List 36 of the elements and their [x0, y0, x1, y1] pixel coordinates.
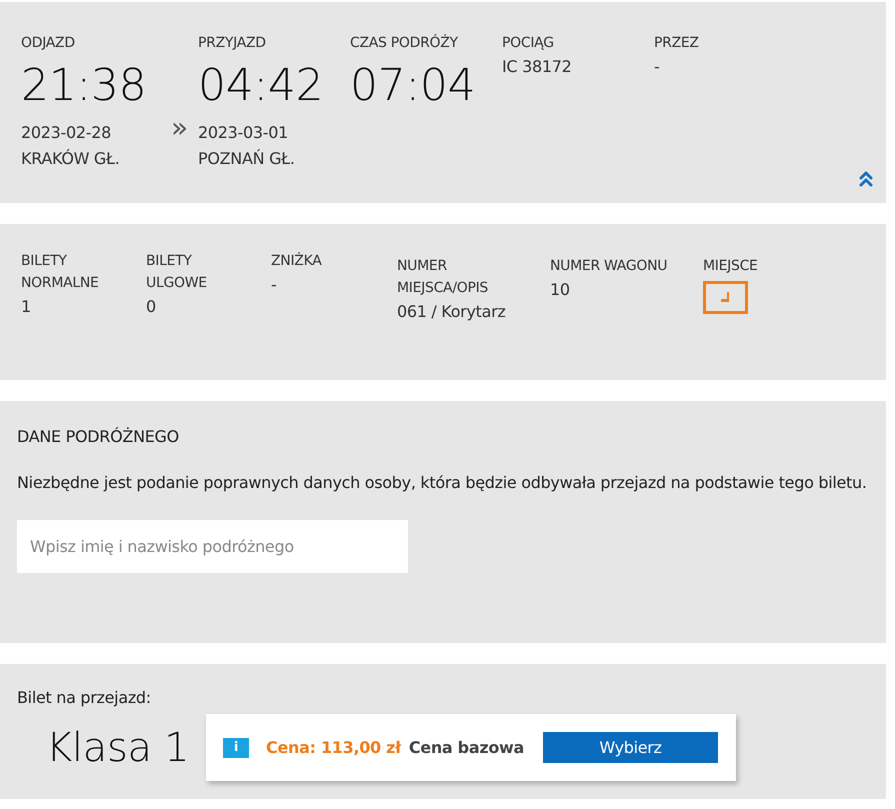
travel-time: 07:04: [350, 60, 476, 112]
section-title: DANE PODRÓŻNEGO: [17, 426, 180, 448]
info-icon[interactable]: i: [223, 738, 249, 758]
price-type: Cena bazowa: [408, 736, 524, 758]
arrow-glyph: »: [170, 110, 189, 146]
passenger-note: Niezbędne jest podanie poprawnych danych osoby, która będzie odbywała przejazd na podstawie tego biletu.: [17, 472, 868, 494]
field-label: PRZYJAZD: [198, 34, 267, 53]
seat-button[interactable]: [703, 281, 748, 314]
select-button[interactable]: Wybierz: [543, 732, 718, 763]
field-label: CZAS PODRÓŻY: [350, 33, 459, 53]
arrival-station: POZNAŃ GŁ.: [198, 148, 296, 170]
field-label: NUMER MIEJSCA/OPIS: [397, 257, 490, 298]
offer-heading: Bilet na przejazd:: [17, 687, 152, 709]
departure-station: KRAKÓW GŁ.: [21, 148, 121, 170]
class-name: Klasa 1: [45, 724, 190, 772]
via-value: -: [654, 56, 660, 78]
field-label: BILETY ULGOWE: [146, 252, 208, 293]
field-label: ZNIŻKA: [271, 251, 323, 271]
arrival-time: 04:42: [198, 60, 324, 112]
field-label: PRZEZ: [654, 34, 699, 53]
departure-date: 2023-02-28: [21, 122, 112, 144]
field-value: 1: [21, 296, 32, 318]
field-label: POCIĄG: [502, 34, 555, 53]
field-label: NUMER WAGONU: [550, 257, 668, 276]
field-label: ODJAZD: [21, 34, 76, 53]
field-value: -: [271, 274, 278, 296]
field-label: MIEJSCE: [703, 257, 758, 276]
field-value: 0: [146, 296, 157, 318]
departure-time: 21:38: [21, 60, 148, 112]
train-number: IC 38172: [502, 56, 572, 78]
price: Cena: 113,00 zł: [266, 736, 401, 758]
field-value: 10: [550, 279, 571, 301]
field-value: 061 / Korytarz: [397, 301, 506, 323]
arrival-date: 2023-03-01: [198, 122, 289, 144]
name-input-field[interactable]: Wpisz imię i nazwisko podróżnego: [17, 520, 408, 573]
field-label: BILETY NORMALNE: [21, 252, 100, 293]
